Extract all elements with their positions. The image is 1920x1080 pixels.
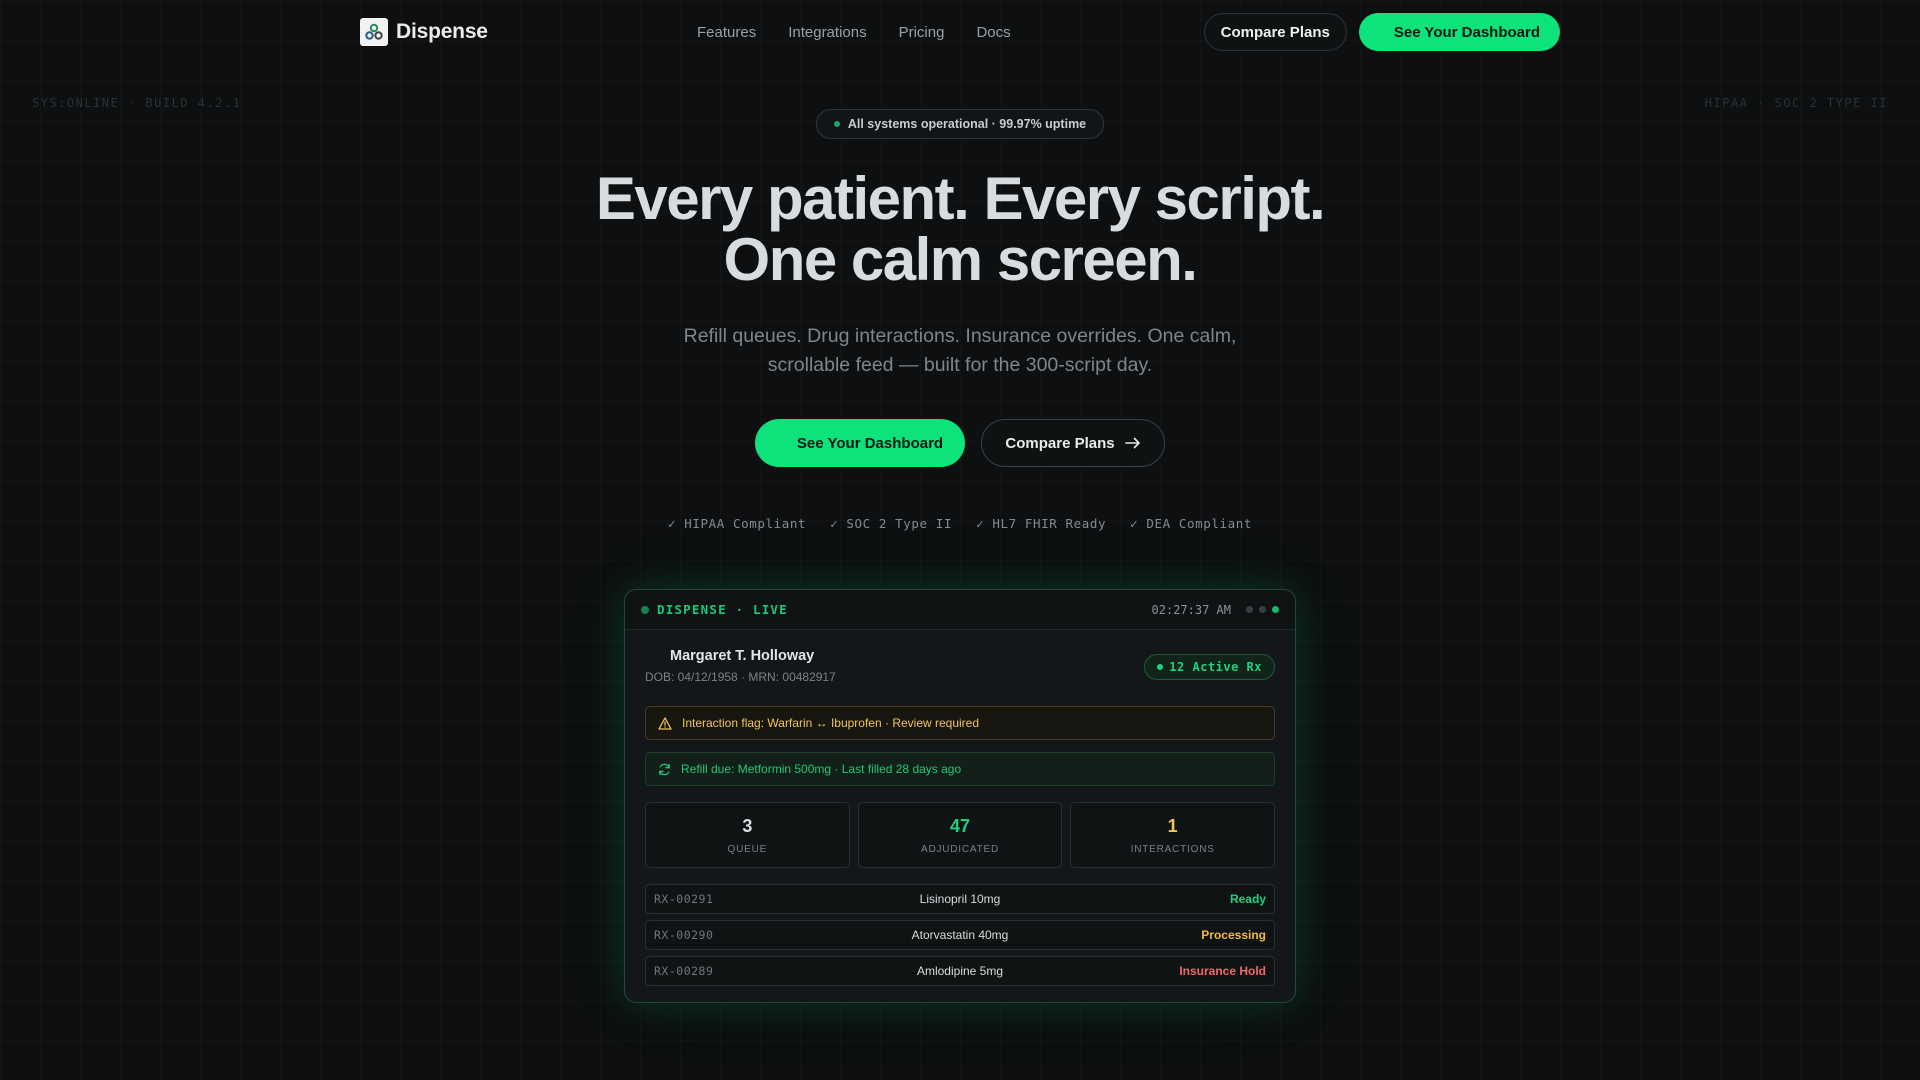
rx-drug: Atorvastatin 40mg: [911, 928, 1009, 942]
dashboard-preview-card: DISPENSE · LIVE 02:27:37 AM Margaret T. …: [624, 589, 1296, 1003]
rx-status: Processing: [1201, 928, 1266, 942]
hero-title-line-2: One calm screen.: [723, 226, 1198, 293]
status-text: All systems operational · 99.97% uptime: [847, 117, 1087, 131]
hero-title: Every patient. Every script. One calm sc…: [460, 168, 1460, 290]
brand-logo[interactable]: Dispense: [360, 18, 488, 46]
nav-link-pricing[interactable]: Pricing: [899, 24, 945, 41]
window-dot-active-icon: [1272, 606, 1279, 613]
rx-id: RX-00289: [654, 964, 714, 978]
badge-hl7: ✓ HL7 FHIR Ready: [976, 516, 1107, 531]
hero-subtitle: Refill queues. Drug interactions. Insura…: [683, 325, 1237, 376]
badge-soc2: ✓ SOC 2 Type II: [830, 516, 953, 531]
hero-compare-plans-label: Compare Plans: [1005, 434, 1115, 452]
stat-interactions[interactable]: 1 INTERACTIONS: [1070, 802, 1276, 868]
active-dot-icon: [1157, 664, 1164, 670]
window-controls: [1246, 606, 1279, 613]
status-pill: All systems operational · 99.97% uptime: [816, 109, 1104, 139]
stat-label: INTERACTIONS: [1130, 843, 1215, 855]
refresh-icon: [659, 763, 670, 775]
stat-value: 47: [949, 815, 971, 836]
badge-hipaa: ✓ HIPAA Compliant: [668, 516, 807, 531]
system-status-caption: SYS:ONLINE · BUILD 4.2.1: [32, 96, 242, 110]
nav-link-integrations[interactable]: Integrations: [788, 24, 866, 41]
window-dot-icon: [1259, 606, 1266, 613]
window-dot-icon: [1246, 606, 1253, 613]
prescription-row[interactable]: RX-00291 Lisinopril 10mg Ready: [645, 884, 1275, 914]
stat-value: 3: [742, 815, 753, 836]
hero-compare-plans-button[interactable]: Compare Plans: [981, 419, 1165, 467]
rx-drug: Lisinopril 10mg: [919, 892, 1001, 906]
badge-dea: ✓ DEA Compliant: [1130, 516, 1252, 531]
status-dot-icon: [833, 121, 840, 127]
prescription-list: RX-00291 Lisinopril 10mg Ready RX-00290 …: [645, 884, 1275, 986]
nav-links: Features Integrations Pricing Docs: [697, 24, 1011, 41]
active-rx-label: 12 Active Rx: [1169, 660, 1262, 674]
molecule-icon: [360, 18, 388, 46]
live-dot-icon: [641, 605, 649, 614]
rx-id: RX-00290: [654, 928, 714, 942]
live-indicator: DISPENSE · LIVE: [641, 602, 788, 617]
rx-status: Insurance Hold: [1179, 964, 1266, 978]
stat-label: ADJUDICATED: [920, 843, 1000, 855]
rx-id: RX-00291: [654, 892, 714, 906]
rx-status: Ready: [1229, 892, 1266, 906]
stat-value: 1: [1167, 815, 1178, 836]
hero-cta-row: See Your Dashboard Compare Plans: [0, 419, 1920, 467]
prescription-row[interactable]: RX-00289 Amlodipine 5mg Insurance Hold: [645, 956, 1275, 986]
hero-title-line-1: Every patient. Every script.: [595, 165, 1326, 232]
warning-triangle-icon: [658, 716, 672, 730]
compliance-badges: ✓ HIPAA Compliant ✓ SOC 2 Type II ✓ HL7 …: [0, 516, 1920, 531]
interaction-alert[interactable]: Interaction flag: Warfarin ↔ Ibuprofen ·…: [645, 706, 1275, 740]
live-label: DISPENSE · LIVE: [657, 602, 788, 617]
hero-dashboard-button[interactable]: See Your Dashboard: [755, 419, 965, 467]
stat-queue[interactable]: 3 QUEUE: [645, 802, 850, 868]
active-rx-badge: 12 Active Rx: [1144, 654, 1275, 680]
stat-label: QUEUE: [727, 843, 768, 855]
interaction-alert-text: Interaction flag: Warfarin ↔ Ibuprofen ·…: [682, 716, 980, 730]
brand-name: Dispense: [396, 20, 488, 43]
dashboard-body: Margaret T. Holloway DOB: 04/12/1958 · M…: [625, 630, 1295, 986]
nav-actions: Compare Plans See Your Dashboard: [1203, 13, 1560, 51]
nav-link-docs[interactable]: Docs: [976, 24, 1010, 41]
nav-dashboard-button[interactable]: See Your Dashboard: [1358, 13, 1560, 51]
prescription-row[interactable]: RX-00290 Atorvastatin 40mg Processing: [645, 920, 1275, 950]
top-nav: Dispense Features Integrations Pricing D…: [360, 0, 1560, 64]
stats-row: 3 QUEUE 47 ADJUDICATED 1 INTERACTIONS: [645, 802, 1276, 868]
arrow-right-icon: [1124, 437, 1140, 449]
dashboard-clock: 02:27:37 AM: [1151, 602, 1231, 617]
patient-header: Margaret T. Holloway DOB: 04/12/1958 · M…: [645, 648, 1275, 692]
stat-adjudicated[interactable]: 47 ADJUDICATED: [857, 802, 1063, 868]
refill-alert-text: Refill due: Metformin 500mg · Last fille…: [681, 762, 962, 776]
nav-link-features[interactable]: Features: [697, 24, 756, 41]
refill-alert[interactable]: Refill due: Metformin 500mg · Last fille…: [645, 752, 1275, 786]
nav-compare-plans-button[interactable]: Compare Plans: [1203, 13, 1347, 51]
compliance-caption: HIPAA · SOC 2 TYPE II: [1704, 96, 1888, 110]
dashboard-header: DISPENSE · LIVE 02:27:37 AM: [625, 590, 1295, 630]
